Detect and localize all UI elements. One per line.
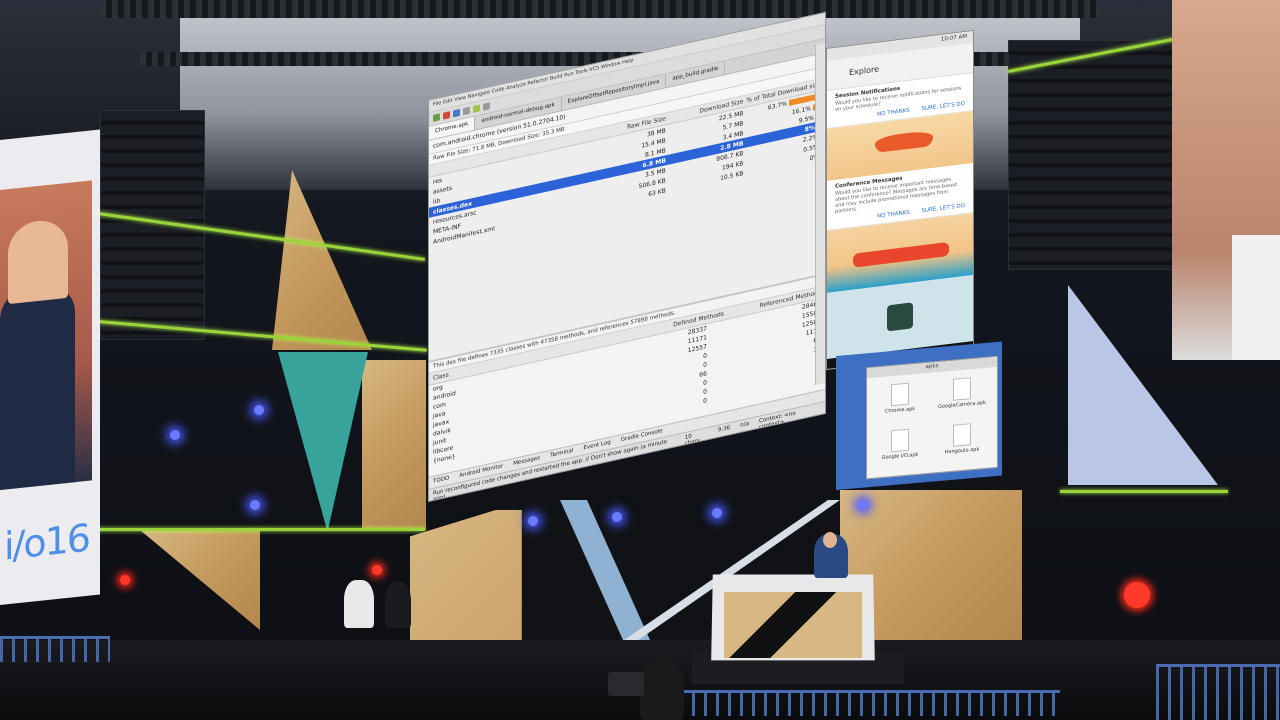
right-screen-panel [1232, 235, 1280, 360]
desktop-area: apks Chrome.apk GoogleCamera.apk Google … [836, 341, 1002, 490]
run-icon[interactable] [433, 113, 440, 122]
camera-operator [640, 660, 684, 720]
stage-light [170, 430, 180, 440]
file-browser-window: apks Chrome.apk GoogleCamera.apk Google … [866, 355, 998, 480]
file-window-title: apks [867, 356, 997, 379]
stage-light [858, 500, 868, 510]
wood-panel [140, 530, 260, 630]
lighting-truss [100, 0, 1100, 18]
stage-light [612, 512, 622, 522]
file-name: Hangouts.apk [944, 446, 980, 456]
sync-icon[interactable] [463, 106, 470, 116]
blue-railing [680, 690, 1060, 716]
file-icon [953, 377, 971, 401]
file-name: GoogleCamera.apk [938, 399, 986, 411]
accent-line [1060, 490, 1228, 493]
side-tool-strip[interactable] [815, 42, 825, 386]
stage-light [528, 516, 538, 526]
settings-icon[interactable] [483, 102, 490, 111]
blue-railing [1156, 664, 1280, 720]
phone-emulator: 10:07 AM Explore Session Notifications W… [826, 29, 974, 371]
no-thanks-button[interactable]: NO THANKS [877, 107, 910, 117]
android-icon[interactable] [473, 104, 480, 114]
blue-railing [0, 636, 110, 662]
file-icon [953, 423, 971, 447]
sure-button[interactable]: SURE, LET'S DO [921, 100, 965, 111]
speaker-head [8, 217, 68, 305]
sure-button[interactable]: SURE, LET'S DO [921, 202, 965, 213]
debug-icon[interactable] [453, 108, 460, 118]
status-encoding: n/a [740, 420, 749, 429]
file-icon [891, 428, 909, 453]
right-side-screen [1172, 0, 1280, 360]
speaker-shirt [0, 282, 75, 490]
stage-light [250, 500, 260, 510]
presenter-head [823, 532, 837, 548]
red-stage-light [372, 565, 382, 575]
accent-line [95, 528, 425, 531]
seated-person [344, 580, 374, 628]
status-position: 9:36 [717, 424, 731, 434]
file-name: Google I/O.apk [881, 451, 919, 462]
file-item[interactable]: GoogleCamera.apk [935, 376, 989, 411]
left-side-screen: i/o16 [0, 129, 100, 606]
file-icon [891, 382, 909, 407]
wood-panel [362, 360, 426, 530]
stop-icon[interactable] [443, 111, 450, 120]
video-camera [608, 672, 644, 696]
file-item[interactable]: Chrome.apk [873, 381, 927, 416]
stage-light [254, 405, 264, 415]
teal-triangle [278, 352, 368, 532]
wood-panel [272, 170, 372, 350]
io-logo: i/o16 [4, 515, 89, 569]
red-stage-light [120, 575, 130, 585]
file-item[interactable]: Google I/O.apk [873, 427, 927, 462]
file-name: Chrome.apk [884, 406, 916, 415]
stage-light [712, 508, 722, 518]
speaker-stack-right [1008, 40, 1178, 270]
file-item[interactable]: Hangouts.apk [935, 422, 989, 457]
red-stage-light [1124, 582, 1150, 608]
status-chars: 10 chars [684, 433, 700, 448]
seated-person [385, 582, 411, 628]
no-thanks-button[interactable]: NO THANKS [877, 209, 910, 219]
podium-front [724, 592, 862, 658]
